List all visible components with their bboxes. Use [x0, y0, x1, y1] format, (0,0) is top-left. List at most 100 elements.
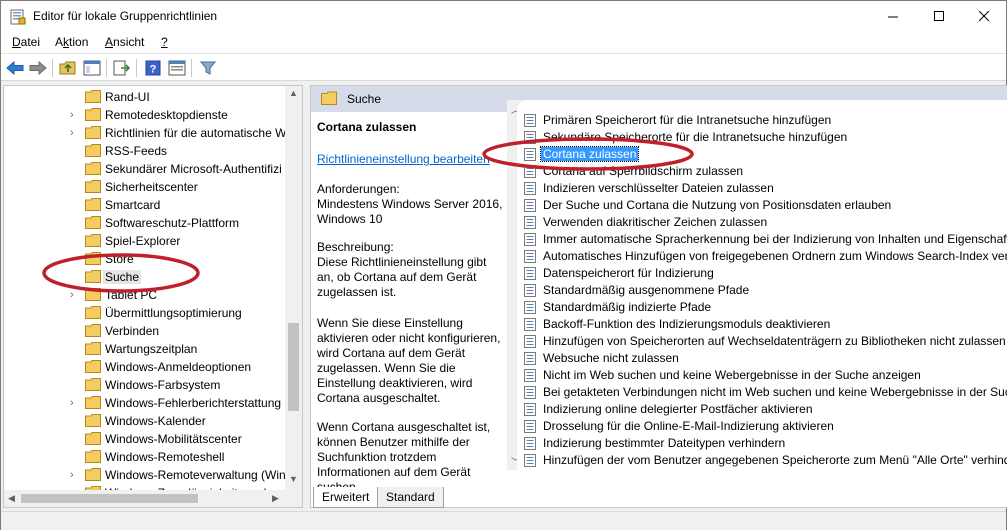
- details-header-title: Suche: [347, 92, 382, 106]
- policy-row[interactable]: Primären Speicherort für die Intranetsuc…: [517, 112, 1007, 129]
- scroll-up-arrow-icon[interactable]: ▲: [289, 88, 298, 98]
- policy-row[interactable]: Hinzufügen der vom Benutzer angegebenen …: [517, 452, 1007, 469]
- chevron-right-icon[interactable]: ›: [70, 397, 80, 409]
- chevron-right-icon[interactable]: ›: [70, 109, 80, 121]
- policy-row[interactable]: Sekundäre Speicherorte für die Intranets…: [517, 129, 1007, 146]
- tree-item[interactable]: Verbinden: [4, 322, 294, 340]
- menu-ansicht[interactable]: Ansicht: [105, 35, 144, 49]
- tree-item[interactable]: Smartcard: [4, 196, 294, 214]
- help-icon: ?: [145, 60, 161, 76]
- menu-help[interactable]: ?: [161, 35, 168, 49]
- minimize-button[interactable]: [870, 1, 916, 32]
- folder-icon: [85, 414, 101, 427]
- tree-item[interactable]: Windows-Anmeldeoptionen: [4, 358, 294, 376]
- help-button[interactable]: ?: [143, 58, 163, 78]
- policy-row[interactable]: Automatisches Hinzufügen von freigegeben…: [517, 248, 1007, 265]
- policy-row[interactable]: Cortana zulassen: [517, 146, 1007, 163]
- policy-setting-icon: [524, 352, 536, 365]
- tree-item-label: Spiel-Explorer: [105, 234, 181, 248]
- forward-button[interactable]: [28, 58, 48, 78]
- edit-policy-link[interactable]: Richtlinieneinstellung bearbeiten: [317, 152, 490, 166]
- chevron-right-icon[interactable]: ›: [70, 127, 80, 139]
- policy-row[interactable]: Drosselung für die Online-E-Mail-Indizie…: [517, 418, 1007, 435]
- filter-button[interactable]: [198, 58, 218, 78]
- folder-icon: [85, 360, 101, 373]
- tree-item[interactable]: › Richtlinien für die automatische W: [4, 124, 294, 142]
- policy-setting-icon: [524, 199, 536, 212]
- tree-hscroll-thumb[interactable]: [21, 494, 198, 503]
- tree-pane[interactable]: Rand-UI › Remotedesktopdienste › Richtlinien…: [3, 85, 303, 508]
- tree-horizontal-scrollbar[interactable]: ◀ ▶: [4, 490, 302, 507]
- tree-item[interactable]: Suche: [4, 268, 294, 286]
- policy-label: Verwenden diakritischer Zeichen zulassen: [543, 215, 768, 229]
- tree-item[interactable]: RSS-Feeds: [4, 142, 294, 160]
- properties-button[interactable]: [167, 58, 187, 78]
- show-hide-tree-button[interactable]: [82, 58, 102, 78]
- policy-row[interactable]: Hinzufügen von Speicherorten auf Wechsel…: [517, 333, 1007, 350]
- policy-row[interactable]: Bei getakteten Verbindungen nicht im Web…: [517, 384, 1007, 401]
- scroll-down-arrow-icon[interactable]: ▼: [289, 474, 298, 484]
- policy-row[interactable]: Backoff-Funktion des Indizierungsmoduls …: [517, 316, 1007, 333]
- tree-item[interactable]: Rand-UI: [4, 88, 294, 106]
- policy-row[interactable]: Indizierung bestimmter Dateitypen verhin…: [517, 435, 1007, 452]
- policy-row[interactable]: Standardmäßig ausgenommene Pfade: [517, 282, 1007, 299]
- tree-item[interactable]: Store: [4, 250, 294, 268]
- export-list-button[interactable]: [112, 58, 132, 78]
- tree-item[interactable]: Windows-Kalender: [4, 412, 294, 430]
- policy-row[interactable]: Verwenden diakritischer Zeichen zulassen: [517, 214, 1007, 231]
- tree-item-label: Richtlinien für die automatische W: [105, 126, 287, 140]
- scroll-right-arrow-icon[interactable]: ▶: [272, 493, 279, 504]
- policy-row[interactable]: Immer automatische Spracherkennung bei d…: [517, 231, 1007, 248]
- close-button[interactable]: [961, 1, 1007, 32]
- tree-item-label: Softwareschutz-Plattform: [105, 216, 240, 230]
- tree-item[interactable]: Sicherheitscenter: [4, 178, 294, 196]
- policy-row[interactable]: Der Suche und Cortana die Nutzung von Po…: [517, 197, 1007, 214]
- tab-standard[interactable]: Standard: [377, 487, 444, 508]
- tree-item[interactable]: Wartungszeitplan: [4, 340, 294, 358]
- tree-item[interactable]: › Remotedesktopdienste: [4, 106, 294, 124]
- up-folder-button[interactable]: [58, 58, 78, 78]
- folder-icon: [85, 450, 101, 463]
- policy-row[interactable]: Nicht im Web suchen und keine Webergebni…: [517, 367, 1007, 384]
- menu-aktion[interactable]: Aktion: [55, 35, 88, 49]
- tree-vscroll-thumb[interactable]: [288, 323, 299, 411]
- policy-setting-icon: [524, 403, 536, 416]
- details-pane: Suche Cortana zulassen Richtlinieneinste…: [310, 85, 1007, 508]
- maximize-button[interactable]: [916, 1, 962, 32]
- chevron-right-icon[interactable]: ›: [70, 469, 80, 481]
- policy-label: Indizierung bestimmter Dateitypen verhin…: [543, 436, 786, 450]
- policy-row[interactable]: Cortana auf Sperrbildschirm zulassen: [517, 163, 1007, 180]
- policy-label: Automatisches Hinzufügen von freigegeben…: [543, 249, 1007, 263]
- policy-row[interactable]: Indizierung online delegierter Postfäche…: [517, 401, 1007, 418]
- menu-datei[interactable]: Datei: [12, 35, 40, 49]
- tree-item[interactable]: › Windows-Fehlerberichterstattung: [4, 394, 294, 412]
- chevron-right-icon[interactable]: ›: [70, 289, 80, 301]
- toolbar: ?: [1, 53, 1006, 81]
- policy-title: Cortana zulassen: [317, 120, 417, 134]
- tree-item[interactable]: Spiel-Explorer: [4, 232, 294, 250]
- title-bar[interactable]: Editor für lokale Gruppenrichtlinien: [1, 1, 1006, 32]
- policy-label: Drosselung für die Online-E-Mail-Indizie…: [543, 419, 834, 433]
- tree-item[interactable]: Softwareschutz-Plattform: [4, 214, 294, 232]
- policy-row[interactable]: Datenspeicherort für Indizierung: [517, 265, 1007, 282]
- tab-erweitert[interactable]: Erweitert: [313, 487, 379, 508]
- tree-item[interactable]: Windows-Remoteshell: [4, 448, 294, 466]
- svg-text:?: ?: [150, 64, 157, 76]
- tree-item-label: Wartungszeitplan: [105, 342, 198, 356]
- tree-item[interactable]: Übermittlungsoptimierung: [4, 304, 294, 322]
- tree-item[interactable]: › Windows-Remoteverwaltung (Win: [4, 466, 294, 484]
- policy-list[interactable]: Primären Speicherort für die Intranetsuc…: [517, 100, 1007, 470]
- policy-row[interactable]: Standardmäßig indizierte Pfade: [517, 299, 1007, 316]
- toolbar-separator: [106, 59, 107, 77]
- description-heading: Beschreibung:: [317, 240, 394, 254]
- tree-item[interactable]: Windows-Mobilitätscenter: [4, 430, 294, 448]
- tree-vertical-scrollbar[interactable]: ▲ ▼: [285, 86, 302, 491]
- policy-row[interactable]: Websuche nicht zulassen: [517, 350, 1007, 367]
- tree-item[interactable]: Windows-Farbsystem: [4, 376, 294, 394]
- tree-item[interactable]: Sekundärer Microsoft-Authentifizi: [4, 160, 294, 178]
- menu-datei-accel: D: [12, 35, 21, 49]
- tree-item[interactable]: › Tablet PC: [4, 286, 294, 304]
- back-button[interactable]: [5, 58, 25, 78]
- policy-row[interactable]: Indizieren verschlüsselter Dateien zulas…: [517, 180, 1007, 197]
- scroll-left-arrow-icon[interactable]: ◀: [8, 493, 15, 504]
